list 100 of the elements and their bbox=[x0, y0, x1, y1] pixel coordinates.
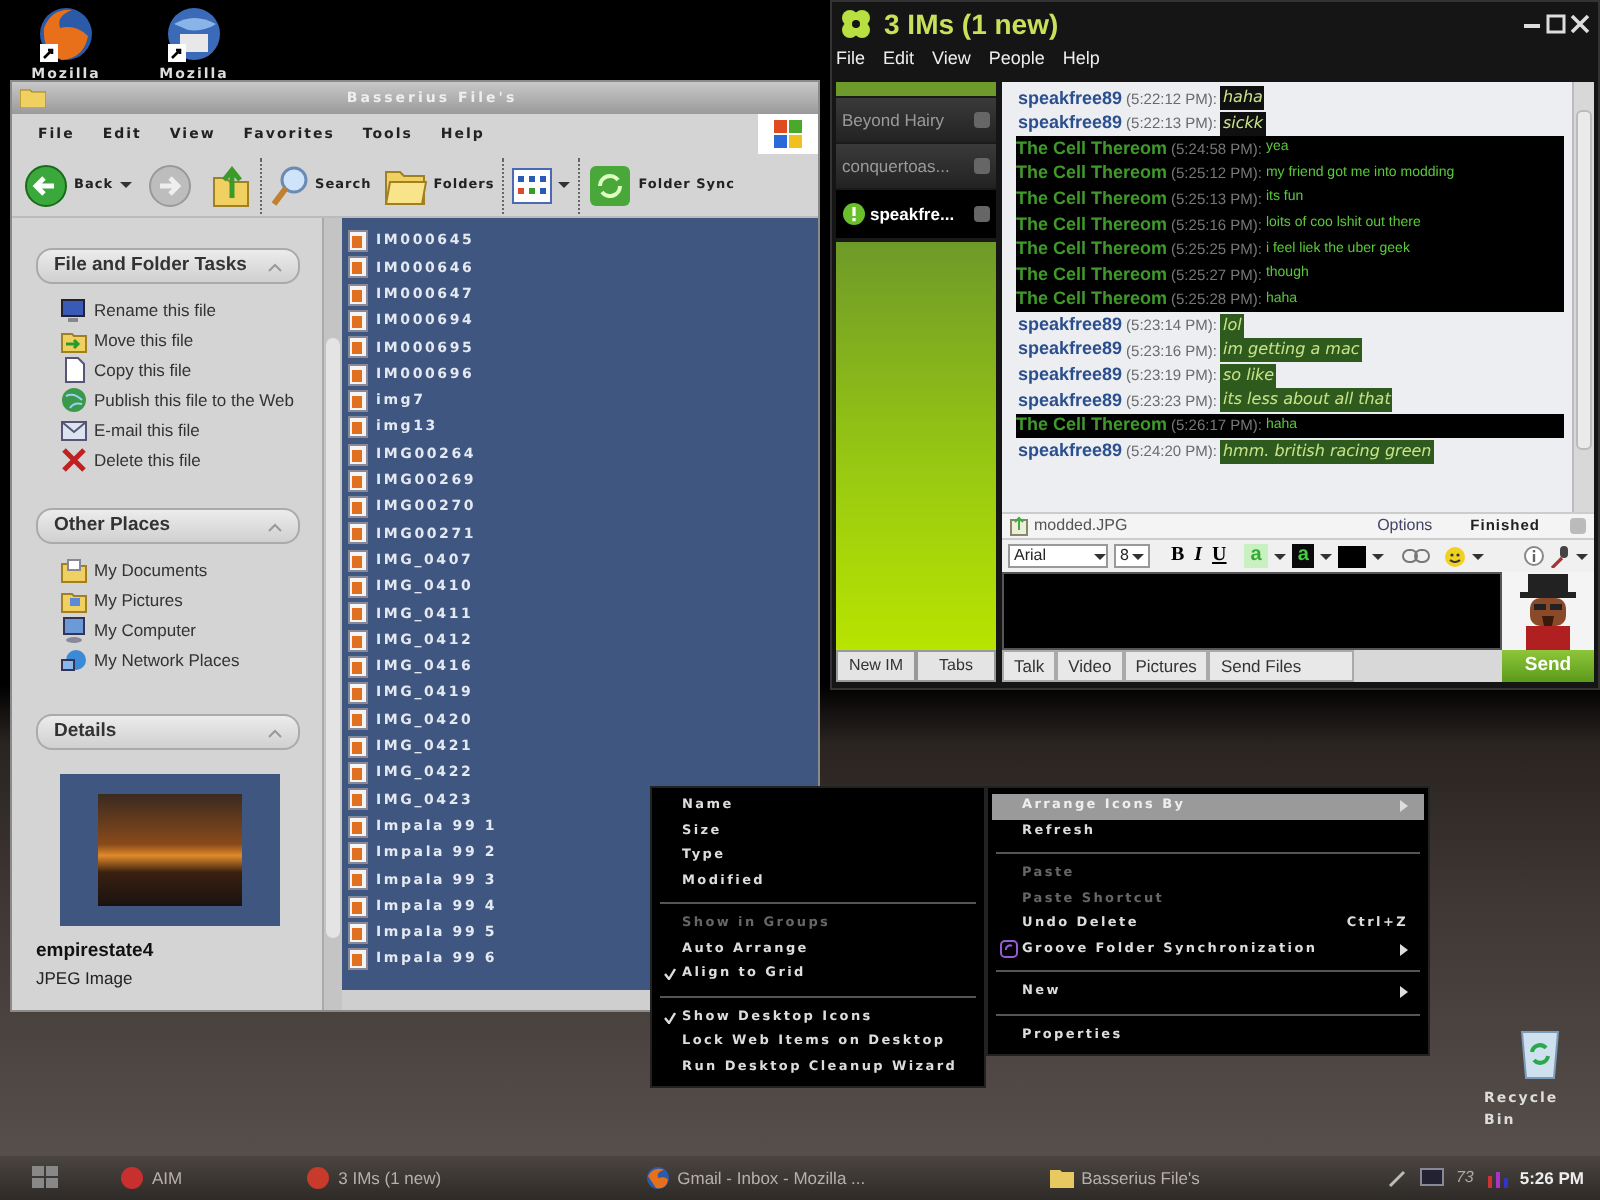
message-input[interactable] bbox=[1002, 572, 1502, 650]
menu-item[interactable]: File bbox=[836, 46, 866, 74]
smiley-icon[interactable] bbox=[1444, 545, 1467, 567]
windows-logo-icon[interactable] bbox=[32, 1166, 60, 1190]
chat-icon bbox=[306, 1166, 331, 1190]
conversation-tab[interactable]: conquertoas... bbox=[836, 144, 996, 188]
task-link[interactable]: Move this file bbox=[94, 326, 194, 352]
views-button[interactable] bbox=[508, 163, 575, 207]
image-file-icon bbox=[348, 310, 368, 333]
task-link[interactable]: Publish this file to the Web bbox=[94, 386, 295, 412]
caret-icon bbox=[558, 182, 571, 188]
image-file-icon bbox=[348, 363, 368, 386]
panel-header[interactable]: Other Places bbox=[36, 508, 300, 544]
caret-icon bbox=[1132, 553, 1145, 559]
message-sender: The Cell Thereom bbox=[1016, 211, 1168, 238]
image-file-icon bbox=[348, 522, 368, 545]
panel-title: Details bbox=[54, 717, 117, 746]
image-file-icon bbox=[348, 230, 368, 253]
envelope-icon bbox=[60, 416, 88, 444]
monitor-icon bbox=[60, 296, 88, 324]
close-tab-icon[interactable] bbox=[974, 158, 990, 174]
message-text: so like bbox=[1220, 363, 1277, 388]
toolbar-tab[interactable]: Talk bbox=[1002, 650, 1057, 682]
scrollbar[interactable] bbox=[322, 218, 342, 1010]
menu-item[interactable]: Edit bbox=[883, 46, 915, 74]
close-tab-icon[interactable] bbox=[974, 112, 990, 128]
link-icon[interactable] bbox=[1402, 548, 1431, 564]
message-sender: speakfree89 bbox=[1018, 362, 1123, 389]
taskbar-button[interactable]: AIM bbox=[112, 1165, 191, 1191]
image-file-icon bbox=[348, 576, 368, 598]
taskbar-button[interactable]: Gmail - Inbox - Mozilla ... bbox=[637, 1165, 874, 1191]
message-sender: speakfree89 bbox=[1018, 437, 1123, 464]
menu-item[interactable]: Help bbox=[1062, 46, 1100, 74]
background-color-button[interactable]: a bbox=[1291, 544, 1315, 568]
task-link[interactable]: E-mail this file bbox=[94, 416, 200, 442]
aim-icon bbox=[120, 1166, 144, 1190]
image-file-icon bbox=[348, 788, 368, 811]
globe-icon bbox=[645, 1166, 670, 1190]
image-file-icon bbox=[348, 336, 368, 359]
task-link[interactable]: My Network Places bbox=[94, 646, 240, 672]
image-file-icon bbox=[348, 655, 368, 678]
caret-icon bbox=[1273, 553, 1286, 559]
message-sender: speakfree89 bbox=[1018, 311, 1123, 338]
caret-icon bbox=[119, 182, 132, 188]
panel-header[interactable]: Details bbox=[36, 714, 300, 750]
info-icon[interactable] bbox=[1524, 546, 1544, 566]
microphone-icon[interactable] bbox=[1550, 545, 1570, 567]
panel-title: File and Folder Tasks bbox=[54, 251, 247, 280]
image-file-icon bbox=[348, 815, 368, 838]
monitor-icon[interactable] bbox=[1419, 1168, 1444, 1188]
folder-icon bbox=[20, 88, 46, 108]
image-file-icon bbox=[348, 921, 368, 944]
panel-header[interactable]: File and Folder Tasks bbox=[36, 248, 300, 284]
folder-icon bbox=[1049, 1166, 1074, 1190]
toolbar-tab[interactable]: Send Files bbox=[1208, 650, 1354, 682]
message-sender: The Cell Thereom bbox=[1016, 286, 1168, 313]
side-button[interactable]: Tabs bbox=[916, 650, 996, 682]
message-text: lol bbox=[1220, 313, 1244, 338]
scrollbar[interactable] bbox=[1572, 82, 1594, 512]
maximize-icon[interactable] bbox=[1546, 14, 1566, 34]
upload-file-icon bbox=[1010, 516, 1028, 536]
file-name: modded.JPG bbox=[1034, 514, 1128, 538]
font-select[interactable]: Arial bbox=[1008, 544, 1108, 568]
caret-icon bbox=[1320, 553, 1333, 559]
size-select[interactable]: 8 bbox=[1114, 544, 1151, 568]
alert-icon bbox=[842, 202, 866, 226]
task-link[interactable]: Delete this file bbox=[94, 446, 201, 472]
pen-icon[interactable] bbox=[1387, 1168, 1408, 1188]
sync-icon bbox=[1000, 940, 1018, 959]
bold-button[interactable]: B bbox=[1168, 546, 1187, 566]
collapse-icon bbox=[268, 261, 282, 271]
task-link[interactable]: My Computer bbox=[94, 616, 197, 642]
toolbar-tab[interactable]: Video bbox=[1056, 650, 1124, 682]
message-sender: speakfree89 bbox=[1018, 110, 1123, 137]
message-sender: The Cell Thereom bbox=[1016, 412, 1168, 439]
image-file-icon bbox=[348, 443, 368, 466]
message-sender: speakfree89 bbox=[1018, 387, 1123, 414]
task-link[interactable]: My Documents bbox=[94, 556, 208, 582]
color-swatch[interactable] bbox=[1338, 545, 1367, 567]
flag-drawing bbox=[774, 120, 802, 148]
underline-button[interactable]: U bbox=[1210, 546, 1229, 566]
folder-up-icon[interactable] bbox=[211, 163, 252, 207]
close-icon[interactable] bbox=[1570, 14, 1590, 34]
task-link[interactable]: My Pictures bbox=[94, 586, 183, 612]
image-file-icon bbox=[348, 708, 368, 731]
italic-button[interactable]: I bbox=[1192, 546, 1205, 566]
menu-item[interactable]: View bbox=[932, 46, 971, 74]
toolbar-tab[interactable]: Pictures bbox=[1123, 650, 1209, 682]
taskbar-button[interactable]: Basserius File's bbox=[1041, 1165, 1208, 1191]
side-button[interactable]: New IM bbox=[836, 650, 916, 682]
conversation-tab[interactable]: Beyond Hairy bbox=[836, 98, 996, 142]
task-link[interactable]: Rename this file bbox=[94, 296, 216, 322]
menu-item[interactable]: People bbox=[988, 46, 1045, 74]
task-link[interactable]: Copy this file bbox=[94, 356, 192, 382]
chart-icon[interactable] bbox=[1485, 1168, 1508, 1188]
conversation-tab[interactable]: speakfre... bbox=[836, 190, 996, 238]
image-file-icon bbox=[348, 283, 368, 306]
taskbar-button[interactable]: 3 IMs (1 new) bbox=[298, 1165, 450, 1191]
options-link[interactable]: Options bbox=[1377, 514, 1465, 538]
close-tab-icon[interactable] bbox=[974, 206, 990, 222]
